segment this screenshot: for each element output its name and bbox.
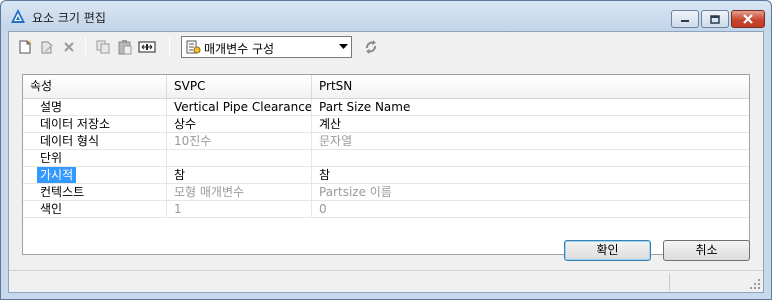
ok-button[interactable]: 확인 [564,240,651,261]
property-label-cell: 가시적 [23,167,167,183]
column-header-property[interactable]: 속성 [23,75,167,98]
toolbar-separator [169,37,170,57]
maximize-button[interactable] [701,10,729,28]
window-title: 요소 크기 편집 [32,11,106,25]
grid-header: 속성 SVPC PrtSN [23,75,749,99]
copy-button[interactable] [93,37,113,57]
chevron-down-icon [339,44,348,49]
status-bar [9,270,763,292]
property-label: 색인 [23,201,167,217]
minimize-icon [681,20,689,22]
parameter-config-icon [186,40,201,54]
property-label: 단위 [23,150,167,166]
title-bar[interactable]: 요소 크기 편집 [1,1,771,31]
close-icon [743,14,753,24]
resize-grip-icon[interactable] [749,278,761,290]
resize-columns-button[interactable] [137,37,157,57]
toolbar-separator [85,37,86,57]
paste-button[interactable] [115,37,135,57]
delete-button[interactable] [59,37,79,57]
table-row[interactable]: 데이터 저장소 상수 계산 [23,116,749,133]
prtsn-value[interactable]: Part Size Name [312,99,749,115]
prtsn-value: Partsize 이름 [319,185,392,199]
property-label: 데이터 형식 [23,133,167,149]
svpc-value[interactable]: Vertical Pipe Clearance [167,99,312,115]
column-width-icon [138,41,156,53]
svpc-value[interactable] [167,150,312,166]
toolbar: 매개변수 구성 [9,32,763,62]
parameter-configuration-combo[interactable]: 매개변수 구성 [181,36,352,58]
copy-icon [96,40,110,54]
delete-icon [64,42,74,52]
svpc-value[interactable]: 상수 [167,116,312,132]
property-label-selected[interactable]: 가시적 [37,167,77,183]
new-parameter-button[interactable] [15,37,35,57]
table-row[interactable]: 가시적 참 참 [23,167,749,184]
dialog-window: 요소 크기 편집 매개변수 구성 속성 SVPC PrtSN 설명 Vertic… [0,0,772,300]
column-header-prtsn[interactable]: PrtSN [312,75,749,98]
prtsn-value: 0 [319,202,327,216]
table-row[interactable]: 컨텍스트 모형 매개변수 Partsize 이름 [23,184,749,201]
property-label: 설명 [23,99,167,115]
autocad-logo-icon [11,9,25,23]
refresh-button[interactable] [361,37,381,57]
minimize-button[interactable] [671,10,699,28]
maximize-icon [710,14,720,24]
edit-parameter-button[interactable] [37,37,57,57]
edit-icon [41,41,53,54]
close-button[interactable] [731,10,765,28]
prtsn-value[interactable]: 계산 [312,116,749,132]
new-document-icon [19,39,32,54]
column-header-svpc[interactable]: SVPC [167,75,312,98]
table-row[interactable]: 색인 1 0 [23,201,749,218]
table-row[interactable]: 단위 [23,150,749,167]
svpc-value[interactable]: 참 [167,167,312,183]
table-row[interactable]: 데이터 형식 10진수 문자열 [23,133,749,150]
table-row[interactable]: 설명 Vertical Pipe Clearance Part Size Nam… [23,99,749,116]
dialog-client-area: 매개변수 구성 속성 SVPC PrtSN 설명 Vertical Pipe C… [8,31,764,293]
svpc-value: 10진수 [167,133,312,149]
cancel-button[interactable]: 취소 [663,240,750,261]
prtsn-value[interactable] [312,150,749,166]
properties-grid: 속성 SVPC PrtSN 설명 Vertical Pipe Clearance… [22,74,750,255]
status-divider [669,273,670,291]
property-label: 컨텍스트 [23,184,167,200]
prtsn-value: 문자열 [319,134,353,148]
refresh-arrows-icon [366,40,376,54]
paste-icon [118,40,132,55]
svpc-value: 1 [167,201,312,217]
combo-selected-value: 매개변수 구성 [204,42,275,56]
prtsn-value[interactable]: 참 [312,167,749,183]
property-label: 데이터 저장소 [23,116,167,132]
svpc-value: 모형 매개변수 [167,184,312,200]
